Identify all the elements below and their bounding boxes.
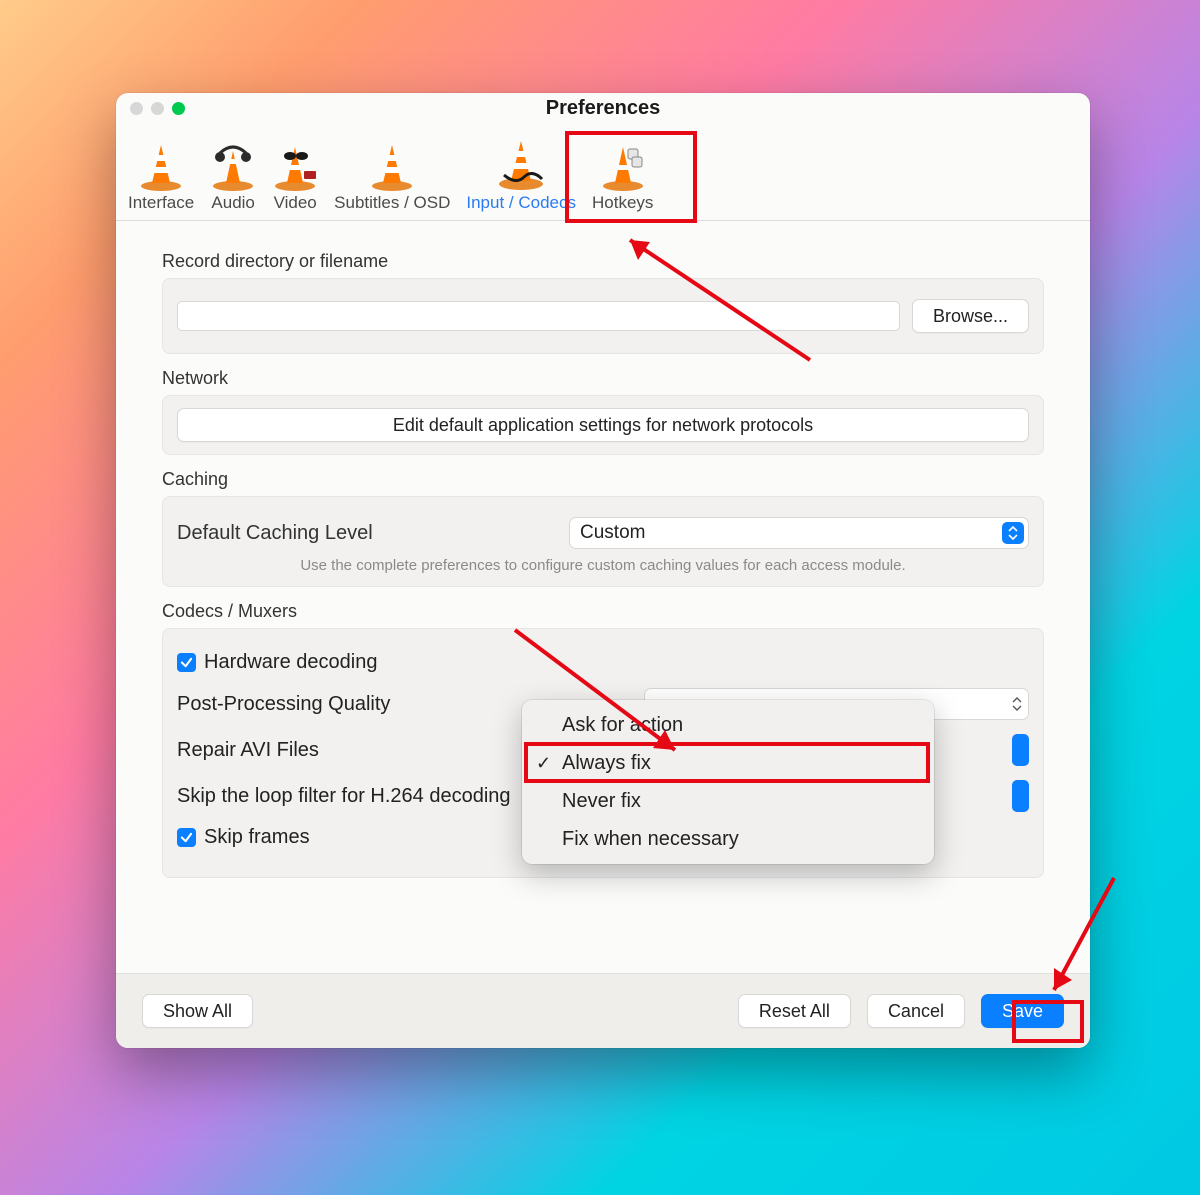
repair-avi-label: Repair AVI Files bbox=[177, 739, 319, 762]
show-all-button[interactable]: Show All bbox=[142, 994, 253, 1028]
tab-audio[interactable]: Audio bbox=[202, 123, 264, 217]
sunglasses-cone-icon bbox=[272, 131, 318, 191]
reset-all-button[interactable]: Reset All bbox=[738, 994, 851, 1028]
caching-hint: Use the complete preferences to configur… bbox=[177, 557, 1029, 574]
caching-level-label: Default Caching Level bbox=[177, 522, 557, 545]
tab-hotkeys[interactable]: Hotkeys bbox=[584, 123, 661, 217]
window-title: Preferences bbox=[116, 97, 1090, 120]
tab-input-codecs[interactable]: Input / Codecs bbox=[458, 123, 584, 217]
edit-network-protocols-button[interactable]: Edit default application settings for ne… bbox=[177, 408, 1029, 442]
dropdown-item-fix-when-necessary[interactable]: Fix when necessary bbox=[522, 820, 934, 858]
repair-avi-select[interactable] bbox=[1012, 734, 1029, 766]
annotation-arrow-icon bbox=[505, 620, 695, 770]
bottom-bar: Show All Reset All Cancel Save bbox=[116, 973, 1090, 1048]
network-section-label: Network bbox=[162, 368, 1044, 389]
skip-loop-label: Skip the loop filter for H.264 decoding bbox=[177, 785, 511, 808]
skip-loop-select[interactable] bbox=[1012, 780, 1029, 812]
caching-section-label: Caching bbox=[162, 469, 1044, 490]
cone-keys-icon bbox=[600, 131, 646, 191]
tab-video[interactable]: Video bbox=[264, 123, 326, 217]
titlebar: Preferences bbox=[116, 93, 1090, 123]
stepper-arrows-icon bbox=[1008, 691, 1026, 717]
annotation-arrow-icon bbox=[1032, 870, 1132, 1010]
cone-icon bbox=[369, 131, 415, 191]
headphones-cone-icon bbox=[210, 131, 256, 191]
record-section-label: Record directory or filename bbox=[162, 251, 1044, 272]
hardware-decoding-label: Hardware decoding bbox=[204, 651, 377, 674]
select-arrows-icon bbox=[1002, 522, 1024, 544]
skip-frames-checkbox[interactable] bbox=[177, 828, 196, 847]
cone-icon bbox=[138, 131, 184, 191]
annotation-arrow-icon bbox=[610, 220, 830, 370]
tab-interface[interactable]: Interface bbox=[120, 123, 202, 217]
postproc-label: Post-Processing Quality bbox=[177, 693, 390, 716]
dropdown-item-never-fix[interactable]: Never fix bbox=[522, 782, 934, 820]
network-group: Edit default application settings for ne… bbox=[162, 395, 1044, 455]
tab-subtitles[interactable]: Subtitles / OSD bbox=[326, 123, 458, 217]
caching-level-select[interactable]: Custom bbox=[569, 517, 1029, 549]
skip-frames-label: Skip frames bbox=[204, 826, 310, 849]
hardware-decoding-checkbox[interactable] bbox=[177, 653, 196, 672]
preferences-window: Preferences Interface Audio Video Subtit… bbox=[116, 93, 1090, 1048]
codecs-section-label: Codecs / Muxers bbox=[162, 601, 1044, 622]
record-group: Browse... bbox=[162, 278, 1044, 354]
caching-group: Default Caching Level Custom Use the com… bbox=[162, 496, 1044, 587]
tab-toolbar: Interface Audio Video Subtitles / OSD In… bbox=[116, 123, 1090, 221]
cancel-button[interactable]: Cancel bbox=[867, 994, 965, 1028]
cone-cable-icon bbox=[496, 131, 546, 191]
browse-button[interactable]: Browse... bbox=[912, 299, 1029, 333]
